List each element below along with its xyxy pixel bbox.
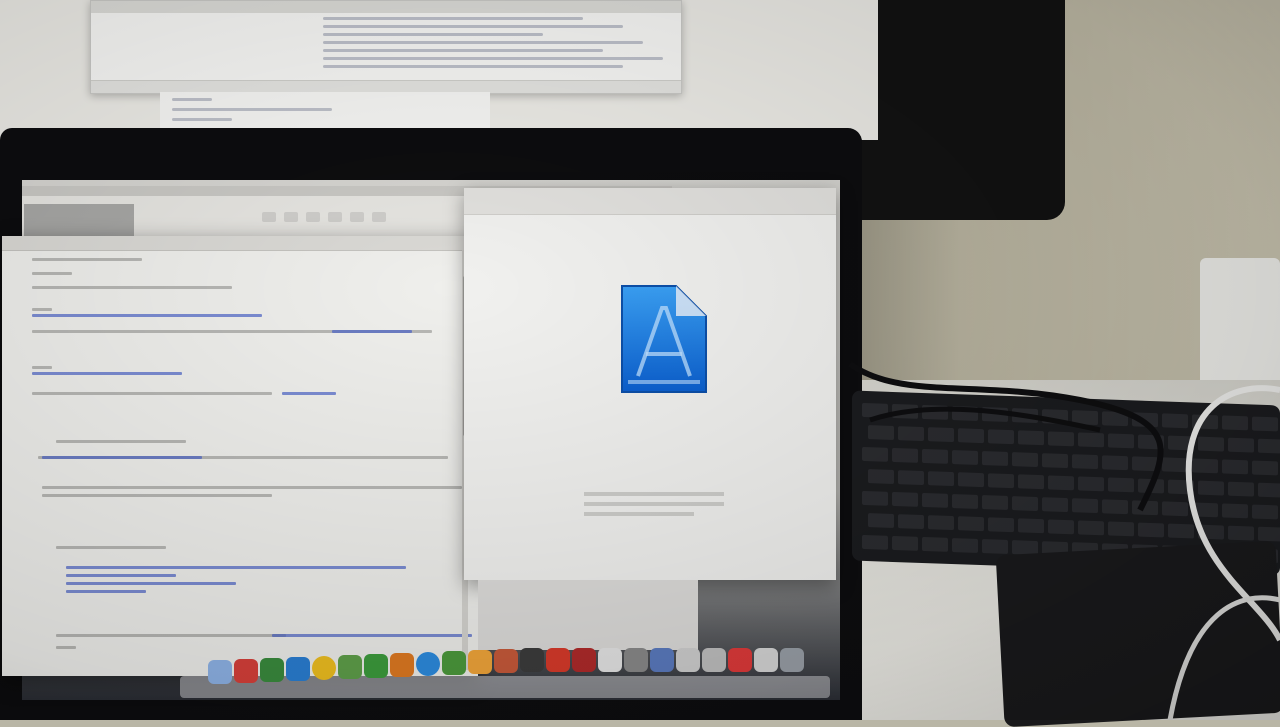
toolbar-button[interactable] — [328, 212, 342, 222]
toolbar-button[interactable] — [372, 212, 386, 222]
editor-text-line — [32, 272, 72, 275]
app-icon[interactable] — [676, 648, 700, 672]
xcode-document-icon — [621, 285, 707, 393]
chrome-icon[interactable] — [312, 656, 336, 680]
editor-text-line — [32, 286, 232, 289]
app-icon[interactable] — [338, 655, 362, 679]
editor-text-line — [32, 258, 142, 261]
editor-text-line — [56, 440, 186, 443]
monitor-doc-line — [323, 49, 603, 52]
editor-link[interactable] — [66, 574, 176, 577]
app-icon[interactable] — [494, 649, 518, 673]
monitor-doc-line — [323, 25, 623, 28]
editor-link[interactable] — [32, 314, 262, 317]
monitor-doc-line — [323, 41, 643, 44]
app-icon[interactable] — [234, 659, 258, 683]
monitor-text-line — [172, 118, 232, 121]
monitor-doc-line — [323, 65, 623, 68]
editor-text-line — [42, 494, 272, 497]
app-icon[interactable] — [728, 648, 752, 672]
background-window-sidebar — [24, 204, 134, 240]
monitor-document-window — [90, 0, 682, 94]
monitor-text-line — [172, 108, 332, 111]
editor-link[interactable] — [32, 372, 182, 375]
editor-text-line — [32, 308, 52, 311]
app-icon[interactable] — [260, 658, 284, 682]
info-row — [584, 492, 724, 496]
black-cable — [848, 361, 1164, 512]
app-icon[interactable] — [546, 648, 570, 672]
toolbar-button[interactable] — [306, 212, 320, 222]
toolbar-button[interactable] — [350, 212, 364, 222]
editor-text-line — [56, 546, 166, 549]
editor-titlebar[interactable] — [2, 236, 478, 251]
editor-link[interactable] — [42, 456, 202, 459]
black-cable — [869, 406, 1101, 433]
info-row — [584, 502, 724, 506]
app-icon[interactable] — [390, 653, 414, 677]
monitor-doc-ruler — [91, 1, 681, 13]
monitor-text-line — [172, 98, 212, 101]
app-icon[interactable] — [702, 648, 726, 672]
app-icon[interactable] — [364, 654, 388, 678]
app-icon[interactable] — [442, 651, 466, 675]
trash-icon[interactable] — [780, 648, 804, 672]
finder-icon[interactable] — [208, 660, 232, 684]
info-row — [584, 512, 694, 516]
app-icon[interactable] — [624, 648, 648, 672]
editor-text-line — [56, 646, 76, 649]
external-monitor-screen — [0, 0, 878, 140]
monitor-doc-line — [323, 57, 663, 60]
safari-icon[interactable] — [416, 652, 440, 676]
markdown-editor-window[interactable] — [2, 236, 478, 676]
toolbar-button[interactable] — [262, 212, 276, 222]
toolbar-button[interactable] — [284, 212, 298, 222]
editor-link[interactable] — [66, 566, 406, 569]
monitor-doc-line — [323, 33, 543, 36]
editor-link[interactable] — [66, 582, 236, 585]
cables — [848, 361, 1280, 720]
app-icon[interactable] — [598, 648, 622, 672]
file-info-window[interactable] — [464, 188, 836, 580]
editor-link[interactable] — [282, 392, 336, 395]
monitor-doc-line — [323, 17, 583, 20]
editor-text-line — [32, 366, 52, 369]
editor-text-line — [42, 486, 462, 489]
dock[interactable] — [180, 632, 830, 696]
app-icon[interactable] — [754, 648, 778, 672]
app-icon[interactable] — [572, 648, 596, 672]
editor-link[interactable] — [66, 590, 146, 593]
editor-text-line — [32, 392, 272, 395]
editor-link[interactable] — [332, 330, 412, 333]
app-icon[interactable] — [520, 648, 544, 672]
app-icon[interactable] — [650, 648, 674, 672]
app-icon[interactable] — [468, 650, 492, 674]
info-window-titlebar[interactable] — [464, 188, 836, 215]
app-icon[interactable] — [286, 657, 310, 681]
